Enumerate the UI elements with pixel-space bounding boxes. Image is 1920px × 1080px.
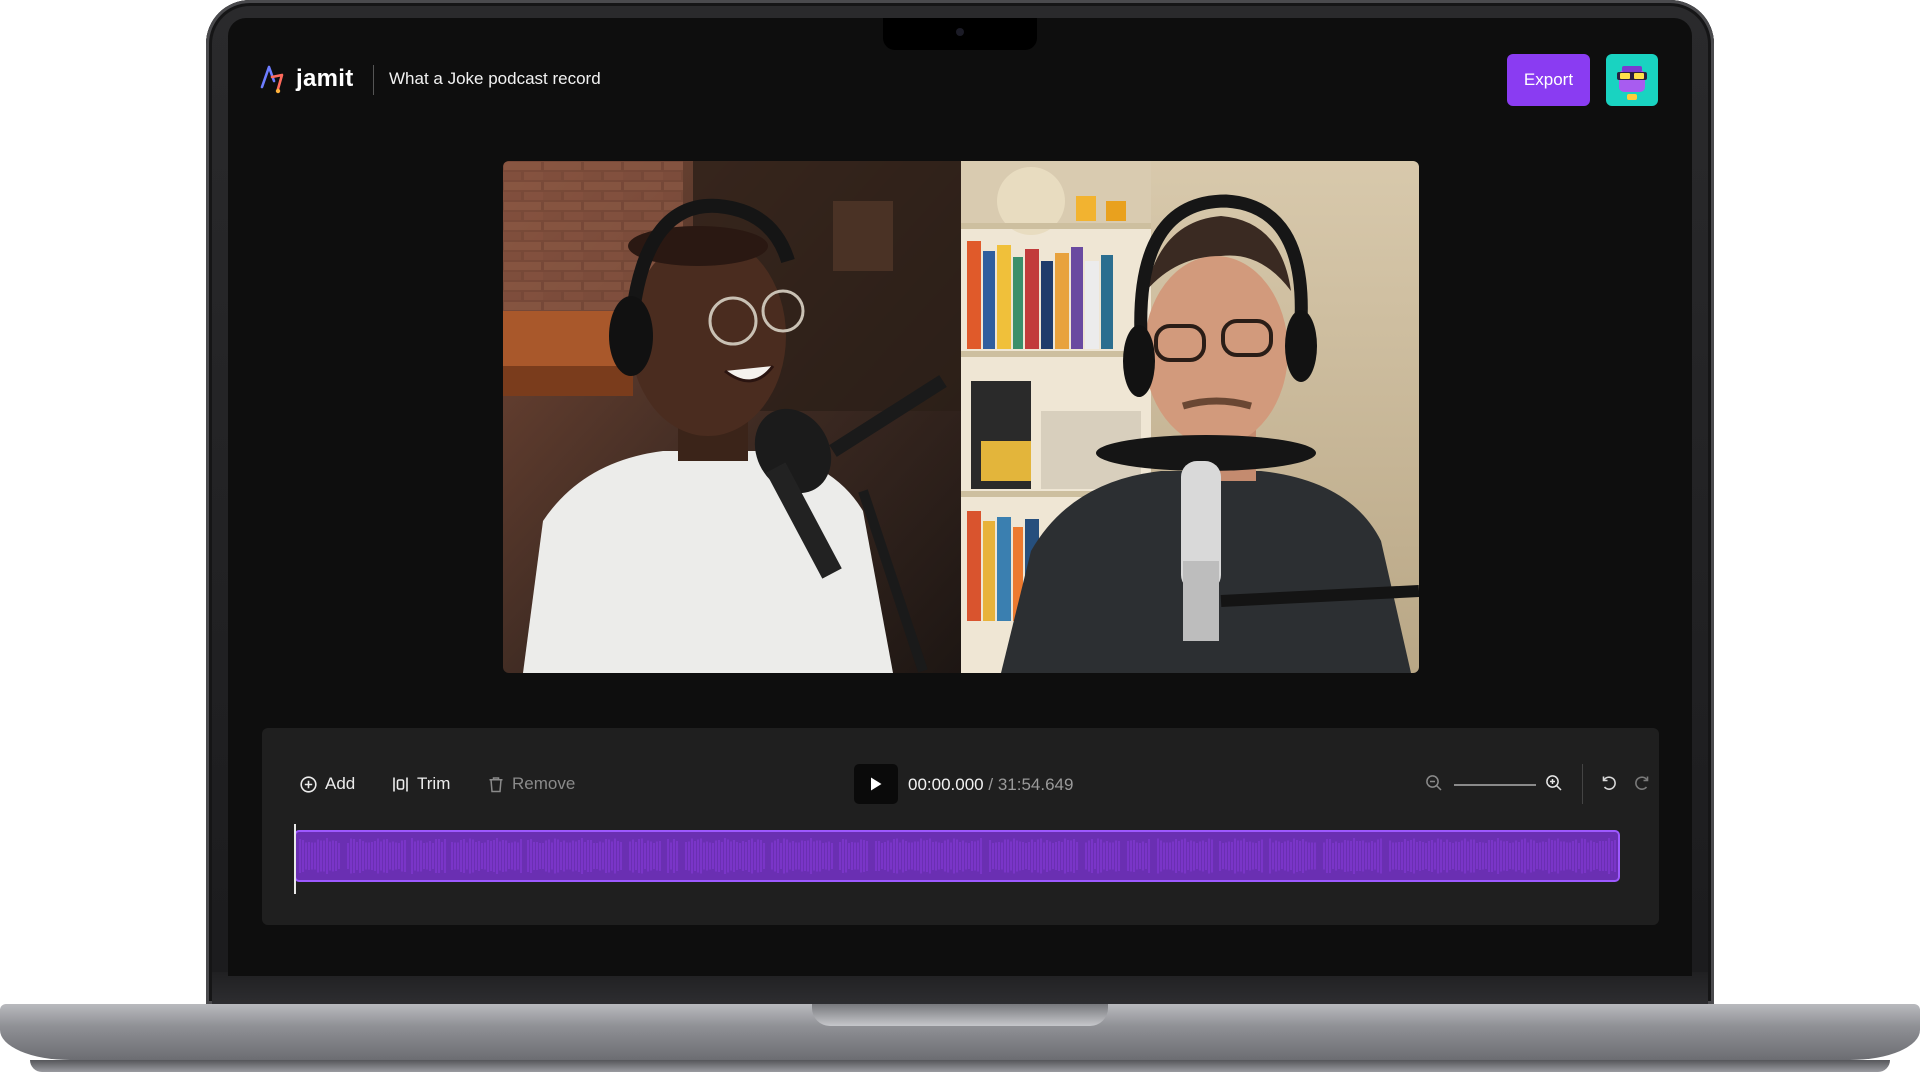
waveform-segment (1269, 838, 1316, 874)
zoom-in-button[interactable] (1545, 774, 1563, 797)
audio-waveform (299, 838, 1616, 874)
trim-button[interactable]: Trim (392, 774, 450, 794)
waveform-segment (1157, 838, 1213, 874)
zoom-in-icon (1546, 775, 1562, 791)
waveform-segment (771, 838, 833, 874)
app-screen: jamit What a Joke podcast record Export (228, 18, 1692, 976)
participant-video-left (503, 161, 961, 673)
waveform-segment (629, 838, 661, 874)
header-divider (373, 65, 374, 95)
participant-video-right (961, 161, 1419, 673)
laptop-base-edge (30, 1060, 1890, 1072)
brand-logo[interactable]: jamit (258, 63, 354, 95)
camera-notch (883, 18, 1037, 50)
waveform-segment (1127, 839, 1150, 873)
redo-button[interactable] (1633, 774, 1651, 797)
total-time: 31:54.649 (997, 775, 1074, 794)
waveform-segment (411, 838, 446, 874)
play-button[interactable] (854, 764, 898, 804)
undo-icon (1602, 776, 1616, 790)
zoom-slider[interactable] (1454, 784, 1536, 786)
waveform-segment (299, 838, 340, 874)
waveform-segment (1389, 838, 1616, 874)
video-preview[interactable] (503, 161, 1419, 673)
waveform-segment (527, 838, 622, 874)
brand-name: jamit (296, 65, 354, 92)
waveform-segment (1323, 838, 1382, 874)
laptop-chin (212, 972, 1708, 1004)
playhead[interactable] (294, 824, 296, 894)
undo-button[interactable] (1600, 774, 1618, 797)
remove-button[interactable]: Remove (488, 774, 575, 794)
user-avatar[interactable] (1606, 54, 1658, 106)
export-button[interactable]: Export (1507, 54, 1590, 106)
trash-icon (489, 776, 503, 792)
play-icon (871, 777, 882, 791)
waveform-segment (875, 838, 982, 874)
zoom-out-button[interactable] (1425, 774, 1443, 797)
audio-track[interactable] (294, 830, 1620, 882)
plus-circle-icon (300, 775, 317, 793)
waveform-segment (685, 838, 765, 874)
zoom-out-icon (1426, 775, 1442, 791)
toolbar-divider (1582, 764, 1583, 804)
add-label: Add (325, 774, 356, 793)
waveform-segment (451, 838, 522, 874)
waveform-segment (1219, 838, 1263, 874)
timecode: 00:00.000 / 31:54.649 (908, 775, 1073, 795)
laptop-thumb-groove (812, 1004, 1108, 1026)
timeline-editor: Add Trim Remove 00:00.000 / 31:54.649 (262, 728, 1659, 925)
project-title[interactable]: What a Joke podcast record (389, 69, 601, 89)
add-button[interactable]: Add (300, 774, 355, 794)
jamit-logo-icon (260, 65, 284, 94)
trim-icon (393, 777, 408, 791)
waveform-segment (989, 838, 1078, 874)
current-time: 00:00.000 (908, 775, 984, 794)
waveform-segment (667, 839, 678, 873)
waveform-segment (1085, 838, 1120, 874)
redo-icon (1635, 776, 1649, 790)
waveform-segment (839, 839, 868, 873)
remove-label: Remove (512, 774, 576, 793)
avatar-character-icon (1617, 66, 1647, 100)
waveform-segment (347, 838, 406, 874)
time-separator: / (983, 775, 998, 794)
trim-label: Trim (417, 774, 451, 793)
